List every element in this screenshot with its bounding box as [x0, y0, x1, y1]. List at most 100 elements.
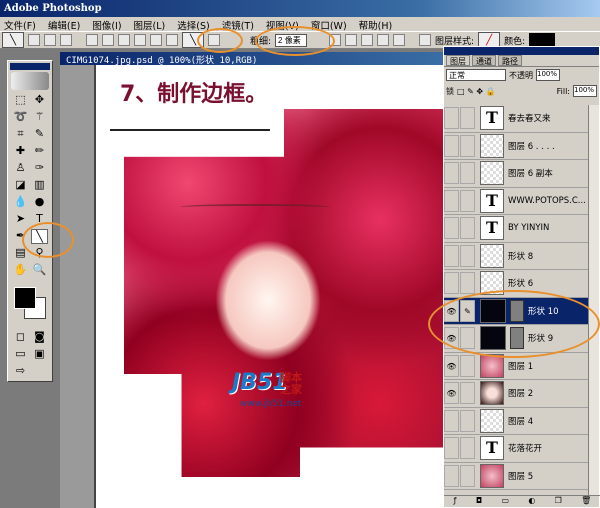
visibility-eye-icon[interactable]: 👁	[444, 382, 459, 405]
shape-layers-button[interactable]	[28, 34, 40, 46]
line-tool-icon[interactable]: ╲	[31, 229, 48, 244]
gradient-tool-icon[interactable]: ▥	[31, 178, 48, 193]
opacity-input[interactable]: 100%	[536, 69, 560, 81]
foreground-color[interactable]	[14, 287, 36, 309]
layer-row[interactable]: 形状 6	[444, 270, 589, 298]
link-brush-icon[interactable]	[460, 272, 475, 295]
zoom-tool-icon[interactable]: 🔍	[31, 263, 48, 278]
visibility-eye-icon[interactable]: 👁	[444, 299, 459, 322]
menu-layer[interactable]: 图层(L)	[134, 18, 166, 32]
healing-brush-icon[interactable]: ✚	[12, 144, 29, 159]
full-screen-icon[interactable]: ▣	[31, 347, 48, 362]
visibility-eye-icon[interactable]	[444, 272, 459, 295]
eraser-tool-icon[interactable]: ◪	[12, 178, 29, 193]
line-tool-button[interactable]: ╲	[182, 32, 204, 48]
layer-row[interactable]: 👁 图层 1	[444, 352, 589, 380]
color-swatches[interactable]	[12, 285, 48, 323]
layer-row[interactable]: 图层 6 . . . .	[444, 132, 589, 160]
layer-row[interactable]: T 春去春又来	[444, 105, 589, 133]
menu-select[interactable]: 选择(S)	[177, 18, 209, 32]
link-brush-icon[interactable]	[460, 409, 475, 432]
menu-file[interactable]: 文件(F)	[4, 18, 36, 32]
new-set-icon[interactable]: ▭	[501, 496, 509, 507]
menu-edit[interactable]: 编辑(E)	[48, 18, 80, 32]
hand-tool-icon[interactable]: ✋	[12, 263, 29, 278]
new-shape-area-icon[interactable]	[329, 34, 342, 46]
freeform-pen-icon[interactable]	[102, 34, 114, 46]
menu-window[interactable]: 窗口(W)	[311, 18, 347, 32]
paths-button[interactable]	[44, 34, 56, 46]
link-brush-icon[interactable]	[460, 162, 475, 185]
rectangle-shape-icon[interactable]	[118, 34, 130, 46]
layer-row[interactable]: 图层 6 副本	[444, 160, 589, 188]
lock-icons[interactable]: □ ✎ ✥ 🔒	[457, 87, 496, 96]
link-icon[interactable]	[419, 34, 432, 46]
visibility-eye-icon[interactable]	[444, 244, 459, 267]
polygon-icon[interactable]	[166, 34, 178, 46]
link-brush-icon[interactable]	[460, 134, 475, 157]
visibility-eye-icon[interactable]	[444, 189, 459, 212]
panel-header[interactable]	[444, 47, 599, 55]
layer-row[interactable]: 图层 4	[444, 407, 589, 435]
subtract-shape-icon[interactable]	[361, 34, 374, 46]
menu-filter[interactable]: 滤镜(T)	[222, 18, 254, 32]
brush-tool-icon[interactable]: ✏	[31, 144, 48, 159]
jump-to-imageready-icon[interactable]: ⇨	[12, 364, 29, 379]
visibility-eye-icon[interactable]	[444, 409, 459, 432]
intersect-shape-icon[interactable]	[377, 34, 390, 46]
slice-tool-icon[interactable]: ✎	[31, 127, 48, 142]
layer-row[interactable]: T 花落花开	[444, 435, 589, 463]
visibility-eye-icon[interactable]	[444, 217, 459, 240]
link-brush-icon[interactable]	[460, 107, 475, 130]
link-brush-icon[interactable]	[460, 244, 475, 267]
visibility-eye-icon[interactable]	[444, 162, 459, 185]
stamp-tool-icon[interactable]: ♙	[12, 161, 29, 176]
color-swatch[interactable]	[529, 33, 556, 47]
menu-view[interactable]: 视图(V)	[266, 18, 299, 32]
eyedropper-icon[interactable]: ⚲	[31, 246, 48, 261]
visibility-eye-icon[interactable]: 👁	[444, 327, 459, 350]
tab-paths[interactable]: 路径	[498, 55, 522, 66]
link-brush-icon[interactable]: ✎	[460, 299, 475, 322]
visibility-eye-icon[interactable]: 👁	[444, 354, 459, 377]
tab-channels[interactable]: 通道	[472, 55, 496, 66]
dodge-tool-icon[interactable]: ●	[31, 195, 48, 210]
notes-tool-icon[interactable]: ▤	[12, 246, 29, 261]
add-mask-icon[interactable]: ◘	[476, 496, 482, 507]
type-tool-icon[interactable]: T	[31, 212, 48, 227]
marquee-tool-icon[interactable]: ⬚	[12, 93, 29, 108]
link-brush-icon[interactable]	[460, 464, 475, 487]
toolbox-header[interactable]	[10, 63, 50, 70]
link-brush-icon[interactable]	[460, 327, 475, 350]
visibility-eye-icon[interactable]	[444, 134, 459, 157]
layer-row[interactable]: 形状 8	[444, 242, 589, 270]
standard-mode-icon[interactable]: ◻	[12, 330, 29, 345]
new-layer-icon[interactable]: ❐	[555, 496, 562, 507]
visibility-eye-icon[interactable]	[444, 437, 459, 460]
rounded-rect-icon[interactable]	[134, 34, 146, 46]
custom-shape-icon[interactable]	[208, 34, 220, 46]
document-title[interactable]: CIMG1074.jpg.psd @ 100%(形状 10,RGB)	[60, 52, 444, 66]
fill-pixels-button[interactable]	[60, 34, 72, 46]
link-brush-icon[interactable]	[460, 437, 475, 460]
path-select-icon[interactable]: ➤	[12, 212, 29, 227]
quick-mask-icon[interactable]: ◙	[31, 330, 48, 345]
layer-row[interactable]: 👁 ✎ 形状 10	[444, 297, 589, 325]
link-brush-icon[interactable]	[460, 354, 475, 377]
layer-row[interactable]: T WWW.POTOPS.C...	[444, 187, 589, 215]
ellipse-icon[interactable]	[150, 34, 162, 46]
menu-help[interactable]: 帮助(H)	[359, 18, 393, 32]
layer-row[interactable]: 👁 图层 2	[444, 380, 589, 408]
fill-input[interactable]: 100%	[573, 85, 597, 97]
pen-tool-icon[interactable]: ✒	[12, 229, 29, 244]
trash-icon[interactable]: 🗑	[581, 496, 591, 507]
weight-input[interactable]	[275, 33, 308, 47]
blend-mode-select[interactable]: 正常	[446, 69, 506, 81]
magic-wand-icon[interactable]: ⚚	[31, 110, 48, 125]
move-tool-icon[interactable]: ✥	[31, 93, 48, 108]
history-brush-icon[interactable]: ✑	[31, 161, 48, 176]
layer-row[interactable]: 👁 形状 9	[444, 325, 589, 353]
lasso-tool-icon[interactable]: ➰	[12, 110, 29, 125]
layer-row[interactable]: 图层 5	[444, 462, 589, 490]
menu-image[interactable]: 图像(I)	[92, 18, 121, 32]
